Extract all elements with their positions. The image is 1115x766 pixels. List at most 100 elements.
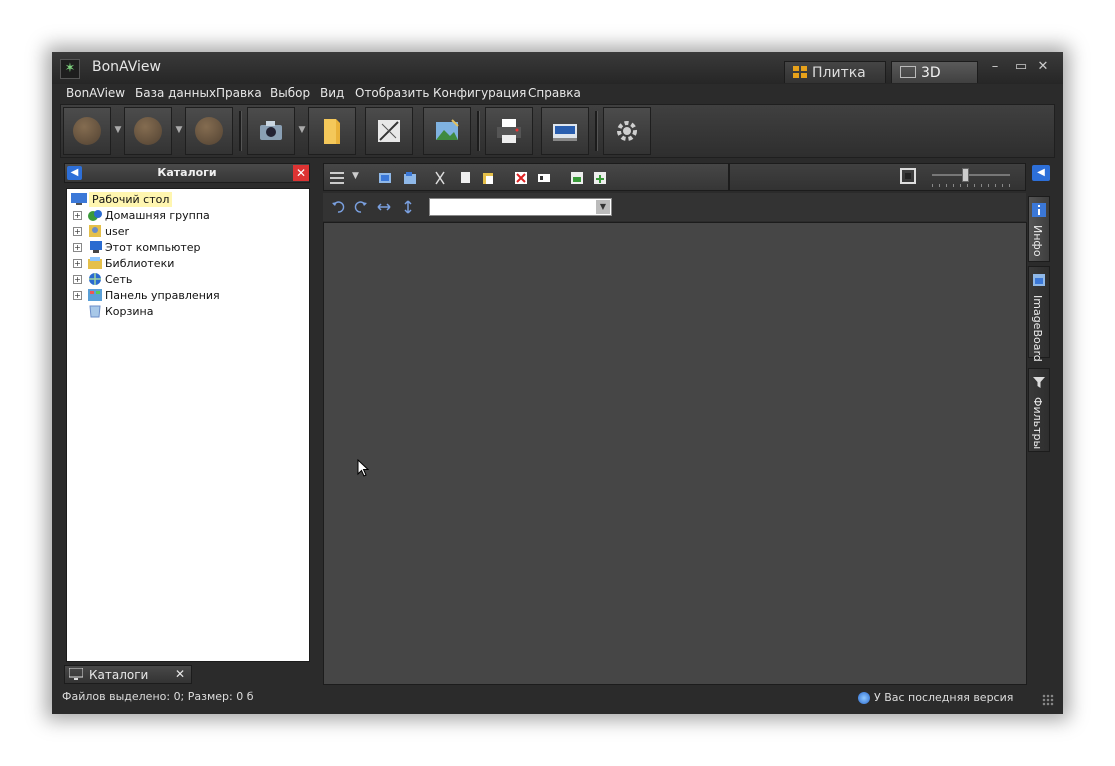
rotate-left-icon[interactable] [331,200,345,214]
tree-label: Домашняя группа [105,209,210,222]
copy-icon[interactable] [458,171,472,185]
flip-horizontal-icon[interactable] [377,200,391,214]
network-icon [89,273,101,285]
tree-item-user[interactable]: + user [71,224,301,239]
slider-ticks [932,184,1010,187]
tab-info[interactable]: Инфо [1028,196,1050,262]
toolbar-separator [595,111,598,151]
back-dropdown[interactable]: ▼ [113,125,123,135]
toolbar-separator [239,111,242,151]
tree-item-homegroup[interactable]: + Домашняя группа [71,208,301,223]
main-toolbar: ▼ ▼ ▼ [60,104,1055,158]
thumbnail-size-slider[interactable] [932,174,1010,176]
view-mode-dropdown-icon[interactable]: ▼ [352,171,359,181]
app-window: ✶ BonAView Плитка 3D Вид – ▭ ✕ BonAView … [52,52,1063,714]
version-status[interactable]: У Вас последняя версия [874,691,1013,704]
expand-icon[interactable]: + [73,259,82,268]
desktop-icon [71,193,87,205]
catalogs-panel-header: ◀ Каталоги ✕ [64,163,310,183]
menu-database[interactable]: База данных [135,86,216,100]
imageboard-icon [1033,274,1045,286]
slider-handle[interactable] [962,168,969,182]
filter-icon [1033,377,1045,388]
paste-icon[interactable] [481,171,495,185]
camera-import-icon [260,121,282,140]
flip-vertical-icon[interactable] [401,200,415,214]
export-icon[interactable] [570,171,584,185]
expand-icon[interactable]: + [73,275,82,284]
minimize-button[interactable]: – [984,58,1006,76]
open-image-icon[interactable] [378,171,392,185]
menu-select[interactable]: Выбор [270,86,310,100]
path-combobox[interactable]: ▼ [429,198,612,216]
menu-bonaview[interactable]: BonAView [66,86,125,100]
catalogs-panel-title: Каталоги [157,166,217,179]
thumbnail-area[interactable] [323,222,1027,685]
cut-icon[interactable] [433,171,447,185]
tree-label: Этот компьютер [105,241,201,254]
tab-tile-view[interactable]: Плитка [784,61,886,83]
camera-import-dropdown[interactable]: ▼ [297,125,307,135]
print-button[interactable] [485,107,533,155]
forward-button[interactable] [124,107,172,155]
tree-item-network[interactable]: + Сеть [71,272,301,287]
menu-edit[interactable]: Правка [216,86,262,100]
menu-configuration[interactable]: Конфигурация [433,86,526,100]
expand-icon[interactable]: + [73,211,82,220]
tree-item-recycle-bin[interactable]: Корзина [71,304,301,319]
image-icon [436,119,459,140]
tree-item-desktop[interactable]: Рабочий стол [71,192,301,207]
expand-icon[interactable]: + [73,243,82,252]
bottom-tab-label: Каталоги [89,668,149,682]
maximize-button[interactable]: ▭ [1010,58,1032,76]
tab-3d-view[interactable]: 3D Вид [891,61,978,103]
open-folder-icon[interactable] [403,171,417,185]
collapse-right-icon[interactable]: ◀ [1032,165,1050,181]
tree-item-control-panel[interactable]: + Панель управления [71,288,301,303]
app-title: BonAView [92,59,161,75]
up-button[interactable] [185,107,233,155]
tree-item-computer[interactable]: + Этот компьютер [71,240,301,255]
close-tab-icon[interactable]: ✕ [175,667,185,681]
expand-icon[interactable]: + [73,227,82,236]
delete-icon[interactable] [514,171,528,185]
computer-icon [90,241,102,253]
menu-view[interactable]: Вид [320,86,344,100]
tab-imageboard[interactable]: ImageBoard [1028,266,1050,362]
tab-filters[interactable]: Фильтры [1028,368,1050,452]
rotate-right-icon[interactable] [354,200,368,214]
close-button[interactable]: ✕ [1032,58,1054,76]
menu-help[interactable]: Справка [528,86,581,100]
expand-icon[interactable]: + [73,291,82,300]
folder-tree: Рабочий стол + Домашняя группа + user + … [66,188,310,662]
path-dropdown-icon[interactable]: ▼ [596,200,610,214]
view-mode-icon[interactable] [330,171,348,185]
3d-view-icon [900,66,916,78]
camera-import-button[interactable] [247,107,295,155]
rename-icon[interactable] [537,171,551,185]
menu-bar: BonAView База данных Правка Выбор Вид От… [52,84,1063,104]
close-panel-icon[interactable]: ✕ [293,165,309,181]
tree-item-libraries[interactable]: + Библиотеки [71,256,301,271]
image-button[interactable] [423,107,471,155]
folder-button[interactable] [308,107,356,155]
filmstrip-icon[interactable] [900,168,916,184]
tile-icon [793,66,807,78]
edit-button[interactable] [365,107,413,155]
tree-label: Рабочий стол [89,192,173,207]
browser-toolbar: ▼ [323,163,729,191]
catalogs-bottom-tab[interactable]: Каталоги ✕ [64,665,192,684]
forward-dropdown[interactable]: ▼ [174,125,184,135]
settings-button[interactable] [603,107,651,155]
tab-filters-label: Фильтры [1031,397,1044,450]
scanner-icon [553,124,577,141]
tree-label: Сеть [105,273,133,286]
tree-label: user [105,225,129,238]
import-icon[interactable] [593,171,607,185]
scanner-button[interactable] [541,107,589,155]
menu-display[interactable]: Отобразить [355,86,429,100]
tab-imageboard-label: ImageBoard [1031,295,1044,362]
resize-grip-icon[interactable] [1042,694,1054,706]
tree-label: Корзина [105,305,154,318]
back-button[interactable] [63,107,111,155]
